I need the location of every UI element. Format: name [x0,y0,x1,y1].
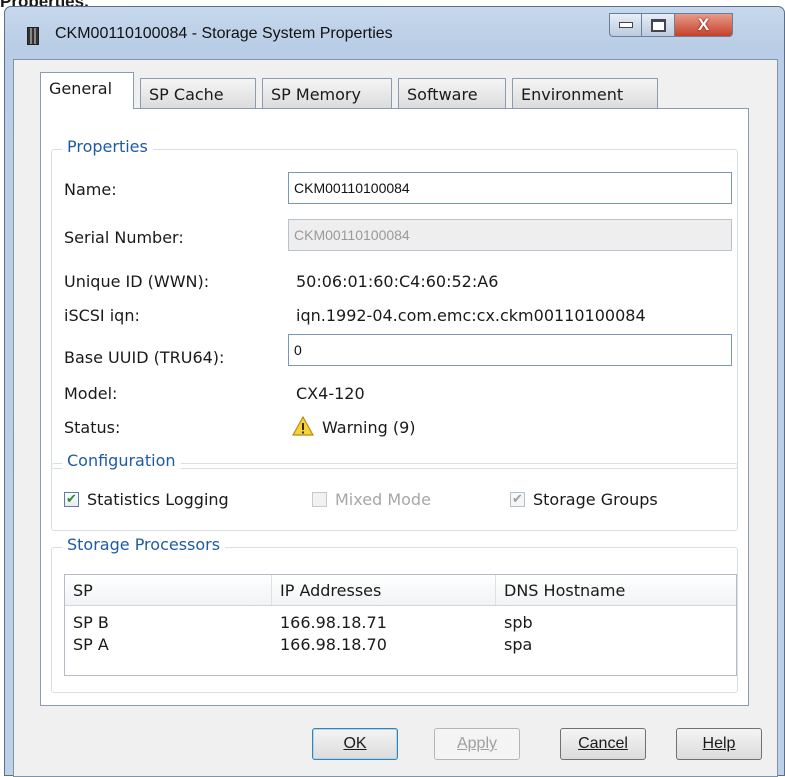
properties-group-title: Properties [62,137,153,156]
column-header-sp[interactable]: SP [65,575,272,605]
unchecked-box-icon [312,492,327,507]
help-button-label: Help [702,735,736,752]
tab-sp-memory[interactable]: SP Memory [262,78,392,108]
model-label: Model: [64,384,118,403]
window-title: CKM00110100084 - Storage System Properti… [55,25,393,42]
mixed-mode-checkbox: Mixed Mode [312,490,431,509]
ok-button[interactable]: OK [312,728,398,760]
checkmark-icon: ✔ [510,492,525,507]
wwn-label: Unique ID (WWN): [64,272,210,291]
iscsi-iqn-label: iSCSI iqn: [64,306,140,325]
apply-button-label: Apply [456,735,498,752]
wwn-value: 50:06:01:60:C4:60:52:A6 [296,272,499,291]
help-button[interactable]: Help [676,728,762,760]
base-uuid-field[interactable]: 0 [288,334,732,366]
general-tab-panel: Properties Name: CKM00110100084 Serial N… [40,108,749,706]
column-header-ip-addresses[interactable]: IP Addresses [272,575,496,605]
serial-number-label: Serial Number: [64,228,184,247]
minimize-button[interactable] [609,13,642,37]
cancel-button[interactable]: Cancel [560,728,646,760]
iscsi-iqn-value: iqn.1992-04.com.emc:cx.ckm00110100084 [296,306,646,325]
checkmark-icon: ✔ [64,492,79,507]
name-label: Name: [64,180,117,199]
statistics-logging-label: Statistics Logging [87,490,229,509]
apply-button: Apply [434,728,520,760]
mixed-mode-label: Mixed Mode [335,490,431,509]
close-button[interactable]: X [675,13,733,37]
status-label: Status: [64,418,121,437]
configuration-group: Configuration ✔ Statistics Logging Mixed… [51,451,738,531]
model-value: CX4-120 [296,384,365,403]
close-icon: X [697,15,710,34]
tab-general[interactable]: General [40,72,134,109]
configuration-group-title: Configuration [62,451,181,470]
serial-number-field: CKM00110100084 [288,219,732,251]
warning-icon [292,416,314,436]
sp-cell: SP A [73,635,109,654]
storage-processors-group: Storage Processors SP IP Addresses DNS H… [51,535,738,693]
cancel-button-label: Cancel [578,735,628,752]
storage-groups-checkbox: ✔ Storage Groups [510,490,658,509]
statistics-logging-checkbox[interactable]: ✔ Statistics Logging [64,490,229,509]
sp-cell: SP B [73,613,109,632]
dialog-client-area: General SP Cache SP Memory Software Envi… [13,59,778,777]
dns-hostname-cell: spa [504,635,533,654]
storage-processors-group-title: Storage Processors [62,535,226,554]
name-field[interactable]: CKM00110100084 [288,172,732,204]
maximize-button[interactable] [642,13,675,37]
status-value: Warning (9) [322,418,416,437]
tab-environment[interactable]: Environment [512,78,658,108]
maximize-icon [650,18,666,32]
tab-software[interactable]: Software [398,78,506,108]
storage-processors-table[interactable]: SP IP Addresses DNS Hostname SP B 166.98… [64,574,737,676]
storage-groups-label: Storage Groups [533,490,658,509]
minimize-icon [618,22,633,28]
properties-window: CKM00110100084 - Storage System Properti… [4,6,785,777]
title-bar[interactable]: CKM00110100084 - Storage System Properti… [5,7,784,53]
ip-address-cell: 166.98.18.71 [280,613,387,632]
base-uuid-label: Base UUID (TRU64): [64,348,225,367]
ok-button-label: OK [343,735,367,752]
ip-address-cell: 166.98.18.70 [280,635,387,654]
storage-system-icon [27,27,39,45]
dns-hostname-cell: spb [504,613,533,632]
table-header: SP IP Addresses DNS Hostname [65,575,736,606]
tab-sp-cache[interactable]: SP Cache [140,78,256,108]
column-header-dns-hostname[interactable]: DNS Hostname [496,575,738,605]
properties-group: Properties Name: CKM00110100084 Serial N… [51,137,738,469]
